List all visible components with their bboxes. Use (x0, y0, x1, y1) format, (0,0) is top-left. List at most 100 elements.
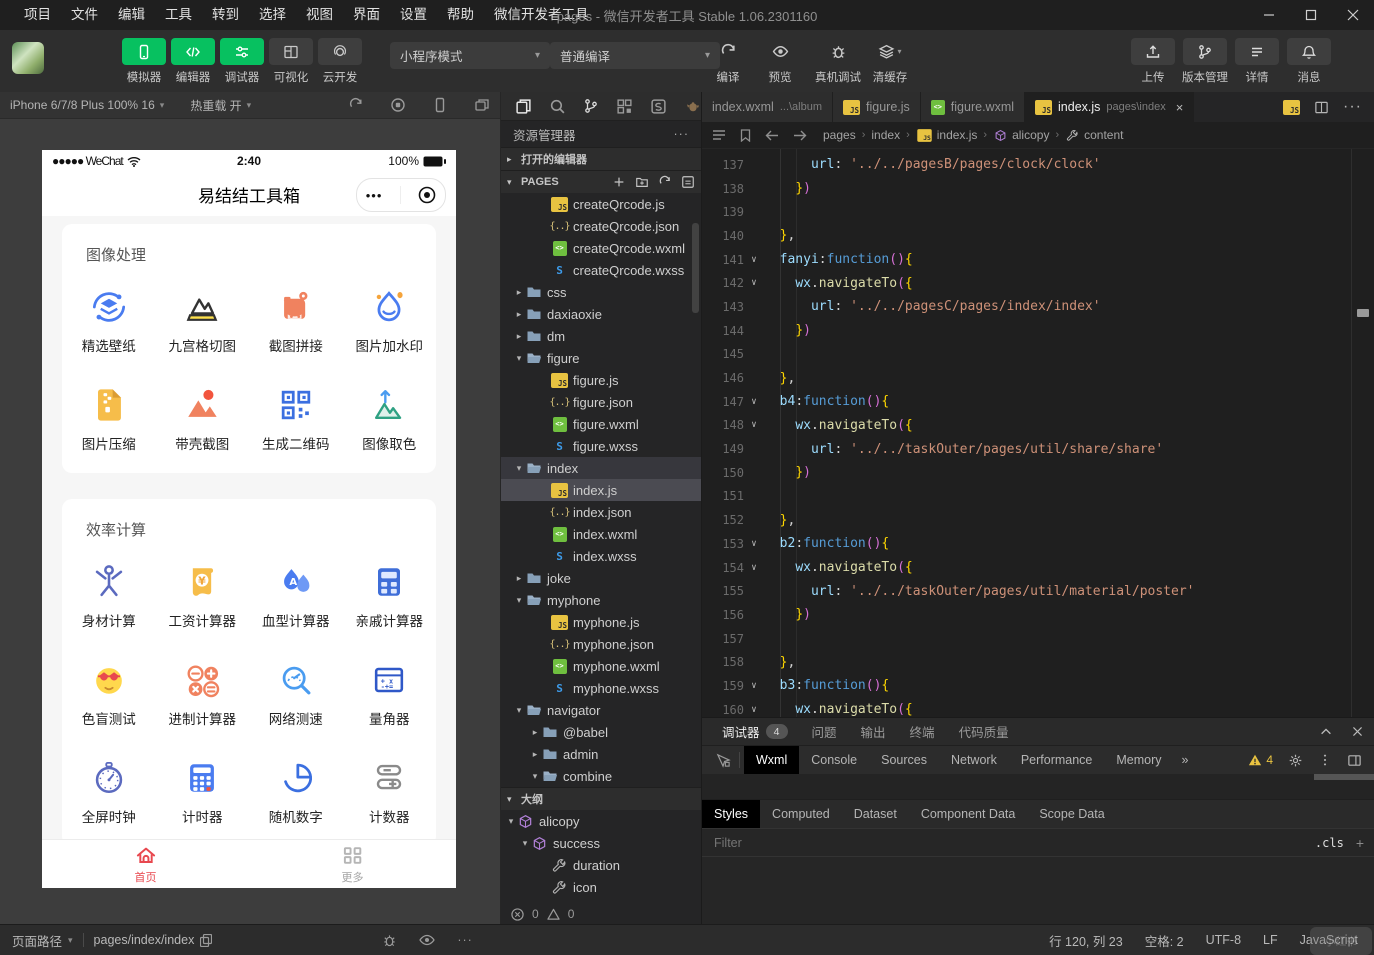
explorer-more-icon[interactable]: ··· (674, 127, 690, 141)
styles-tab-styles[interactable]: Styles (702, 800, 760, 828)
back-icon[interactable] (765, 130, 779, 141)
phone-tab-home[interactable]: 首页 (42, 840, 249, 888)
outline-item-alicopy[interactable]: ▾alicopy (501, 810, 701, 832)
dock-side-icon[interactable] (1347, 753, 1362, 768)
tree-item-myphone.wxml[interactable]: <>myphone.wxml (501, 655, 701, 677)
outline-list-icon[interactable] (712, 129, 726, 141)
code-line-146[interactable]: 146 }, (702, 366, 1352, 390)
eol[interactable]: LF (1263, 933, 1278, 947)
menu-item-1[interactable]: 文件 (61, 0, 108, 30)
devtools-tab-wxml[interactable]: Wxml (744, 746, 799, 774)
appmode-select[interactable]: 小程序模式▾ (390, 42, 550, 69)
tree-item-@babel[interactable]: ▸@babel (501, 721, 701, 743)
collapse-panel-icon[interactable] (1319, 725, 1333, 739)
phone-tab-gridmore[interactable]: 更多 (249, 840, 456, 888)
toolbar-editor-button[interactable]: 编辑器 (167, 38, 219, 85)
app-item-frameshot[interactable]: 带壳截图 (156, 369, 250, 453)
new-file-icon[interactable] (612, 175, 626, 189)
breadcrumb-index[interactable]: index (871, 128, 900, 142)
avatar[interactable] (12, 42, 44, 74)
menu-item-6[interactable]: 视图 (296, 0, 343, 30)
app-item-protractor[interactable]: + x-+=量角器 (343, 644, 437, 728)
outline-item-success[interactable]: ▾success (501, 832, 701, 854)
compile-select[interactable]: 普通编译▾ (550, 42, 720, 69)
tree-item-createQrcode.wxml[interactable]: <>createQrcode.wxml (501, 237, 701, 259)
outline-item-icon[interactable]: icon (501, 876, 701, 898)
toolbar-bell-button[interactable]: 消息 (1284, 38, 1334, 85)
devtools-tab-performance[interactable]: Performance (1009, 746, 1105, 774)
toolbar-refresh-button[interactable]: 编译 (705, 38, 751, 85)
tree-item-index.wxss[interactable]: Sindex.wxss (501, 545, 701, 567)
editor-tab-figure.wxml[interactable]: <>figure.wxml (921, 92, 1025, 122)
menu-item-5[interactable]: 选择 (249, 0, 296, 30)
pages-section[interactable]: ▾ PAGES (501, 170, 701, 193)
devtools-tab-network[interactable]: Network (939, 746, 1009, 774)
new-folder-icon[interactable] (635, 175, 649, 189)
tree-item-myphone[interactable]: ▾myphone (501, 589, 701, 611)
capsule-menu[interactable]: ••• (356, 178, 446, 212)
code-line-152[interactable]: 152 }, (702, 508, 1352, 532)
plugin-icon[interactable] (684, 98, 701, 115)
console-warning-count[interactable]: 4 (1248, 753, 1273, 767)
menu-item-7[interactable]: 界面 (343, 0, 390, 30)
breadcrumb-alicopy[interactable]: alicopy (993, 128, 1049, 143)
app-item-stitch[interactable]: 截图拼接 (249, 271, 343, 355)
code-line-149[interactable]: 149 url: '../../taskOuter/pages/util/sha… (702, 437, 1352, 461)
devtools-tab-sources[interactable]: Sources (869, 746, 939, 774)
minimize-button[interactable] (1248, 0, 1290, 30)
toolbar-debugger-button[interactable]: 调试器 (216, 38, 268, 85)
tree-item-createQrcode.js[interactable]: JScreateQrcode.js (501, 193, 701, 215)
app-item-qrcode[interactable]: 生成二维码 (249, 369, 343, 453)
app-item-compress[interactable]: 图片压缩 (62, 369, 156, 453)
debugger-tab-终端[interactable]: 终端 (900, 718, 945, 745)
outline-item-title[interactable]: title (501, 898, 701, 903)
breadcrumb-index.js[interactable]: JSindex.js (916, 128, 978, 143)
tree-item-css[interactable]: ▸css (501, 281, 701, 303)
editor-tab-figure.js[interactable]: JSfigure.js (833, 92, 921, 122)
code-line-151[interactable]: 151 (702, 485, 1352, 509)
more-dots-icon[interactable]: ··· (457, 933, 473, 947)
breadcrumb-content[interactable]: content (1065, 128, 1123, 143)
device-select[interactable]: iPhone 6/7/8 Plus 100% 16▾ (10, 98, 164, 112)
outline-item-duration[interactable]: duration (501, 854, 701, 876)
toolbar-layers-button[interactable]: ▾清缓存 (861, 38, 919, 85)
breadcrumb-pages[interactable]: pages (823, 128, 856, 142)
tree-item-index[interactable]: ▾index (501, 457, 701, 479)
code-line-142[interactable]: 142∨ wx.navigateTo({ (702, 271, 1352, 295)
devtools-tab-memory[interactable]: Memory (1104, 746, 1173, 774)
menu-item-0[interactable]: 项目 (14, 0, 61, 30)
toolbar-upload-button[interactable]: 上传 (1128, 38, 1178, 85)
tree-item-myphone.json[interactable]: {..}myphone.json (501, 633, 701, 655)
code-line-148[interactable]: 148∨ wx.navigateTo({ (702, 414, 1352, 438)
new-js-tab-icon[interactable]: JS (1283, 100, 1300, 115)
app-item-relcalc[interactable]: 亲戚计算器 (343, 546, 437, 630)
refresh-explorer-icon[interactable] (658, 175, 672, 189)
collapse-all-icon[interactable] (681, 175, 695, 189)
explorer-files-icon[interactable] (515, 98, 532, 115)
app-item-blood[interactable]: A血型计算器 (249, 546, 343, 630)
capsule-close-icon[interactable] (418, 186, 436, 204)
app-item-waterdrop[interactable]: 图片加水印 (343, 271, 437, 355)
code-line-145[interactable]: 145 (702, 343, 1352, 367)
app-item-salary[interactable]: ¥工资计算器 (156, 546, 250, 630)
tree-item-index.json[interactable]: {..}index.json (501, 501, 701, 523)
toolbar-bug-button[interactable]: 真机调试 (809, 38, 867, 85)
app-item-wallpaper[interactable]: 精选壁纸 (62, 271, 156, 355)
app-item-timer[interactable]: 计时器 (156, 742, 250, 826)
editor-tab-index.wxml[interactable]: index.wxml...\album (702, 92, 833, 122)
editor-tab-index.js[interactable]: JSindex.jspages\index× (1025, 92, 1194, 122)
toolbar-eye-button[interactable]: 预览 (757, 38, 803, 85)
tree-item-daxiaoxie[interactable]: ▸daxiaoxie (501, 303, 701, 325)
app-item-random[interactable]: 随机数字 (249, 742, 343, 826)
add-style-icon[interactable]: + (1356, 835, 1364, 851)
split-editor-icon[interactable] (1314, 100, 1329, 115)
menu-item-3[interactable]: 工具 (155, 0, 202, 30)
toolbar-branch-button[interactable]: 版本管理 (1180, 38, 1230, 85)
toolbar-cloud-button[interactable]: 云开发 (314, 38, 366, 85)
device-frame-icon[interactable] (432, 97, 448, 113)
editor-scrollbar[interactable] (1351, 149, 1374, 717)
outline-section[interactable]: ▾大纲 (501, 787, 701, 810)
code-line-150[interactable]: 150 }) (702, 461, 1352, 485)
page-path-select[interactable]: 页面路径▾ (0, 931, 73, 950)
tree-item-figure.json[interactable]: {..}figure.json (501, 391, 701, 413)
